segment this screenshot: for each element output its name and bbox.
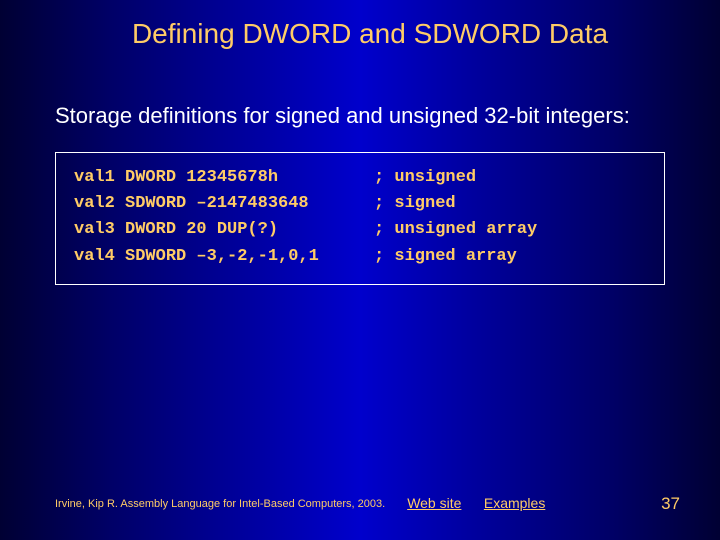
page-number: 37 [661, 494, 680, 514]
slide-subtitle: Storage definitions for signed and unsig… [0, 50, 720, 130]
code-decl: val3 DWORD 20 DUP(?) [74, 217, 374, 243]
web-site-link[interactable]: Web site [407, 495, 461, 511]
code-comment: ; signed array [374, 244, 517, 270]
slide-footer: Irvine, Kip R. Assembly Language for Int… [0, 494, 720, 514]
code-line: val1 DWORD 12345678h ; unsigned [74, 165, 646, 191]
examples-link[interactable]: Examples [484, 495, 545, 511]
code-comment: ; unsigned [374, 165, 476, 191]
code-line: val4 SDWORD –3,-2,-1,0,1 ; signed array [74, 244, 646, 270]
code-block: val1 DWORD 12345678h ; unsigned val2 SDW… [55, 152, 665, 285]
code-comment: ; unsigned array [374, 217, 537, 243]
slide-title: Defining DWORD and SDWORD Data [0, 0, 720, 50]
code-comment: ; signed [374, 191, 456, 217]
code-decl: val1 DWORD 12345678h [74, 165, 374, 191]
code-decl: val2 SDWORD –2147483648 [74, 191, 374, 217]
code-decl: val4 SDWORD –3,-2,-1,0,1 [74, 244, 374, 270]
code-line: val2 SDWORD –2147483648 ; signed [74, 191, 646, 217]
code-line: val3 DWORD 20 DUP(?) ; unsigned array [74, 217, 646, 243]
footer-citation: Irvine, Kip R. Assembly Language for Int… [55, 498, 385, 510]
footer-links: Web site Examples [407, 495, 563, 513]
